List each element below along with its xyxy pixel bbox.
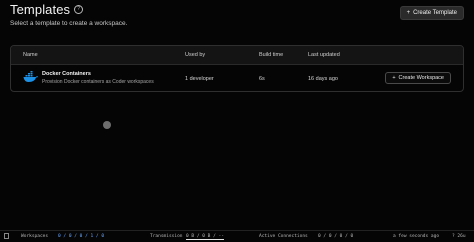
- last-updated-value: 16 days ago: [308, 76, 338, 82]
- title-row: Templates ?: [10, 2, 464, 17]
- template-name[interactable]: Docker Containers: [42, 71, 91, 77]
- templates-table: Name Used by Build time Last updated Doc…: [10, 45, 464, 92]
- build-time-value: 6s: [259, 76, 265, 82]
- active-connections-label: Active Connections: [259, 234, 308, 239]
- connection-counts: 0 / 0 / 0 / 0: [318, 234, 354, 239]
- last-update-time: a few seconds ago: [393, 234, 440, 239]
- plus-icon: +: [406, 10, 411, 16]
- used-by-value: 1 developer: [185, 76, 214, 82]
- column-header-name[interactable]: Name: [23, 52, 38, 58]
- terminal-icon: [4, 233, 9, 239]
- template-description: Provision Docker containers as Coder wor…: [42, 79, 154, 85]
- status-tail: ? 26u: [452, 234, 466, 239]
- page-header: Templates ? Select a template to create …: [10, 2, 464, 42]
- help-icon[interactable]: ?: [74, 5, 84, 14]
- create-workspace-button[interactable]: + Create Workspace: [385, 72, 451, 84]
- status-bar: Workspaces 0 / 0 / 0 / 1 / 0 Transmissio…: [0, 230, 474, 242]
- transmission-values: 0 B / 0 B / --: [186, 234, 224, 240]
- table-row[interactable]: Docker Containers Provision Docker conta…: [11, 65, 463, 91]
- transmission-label: Transmission: [150, 234, 183, 239]
- mouse-cursor-indicator: [103, 121, 111, 129]
- docker-icon: [23, 71, 38, 82]
- table-header: Name Used by Build time Last updated: [11, 46, 463, 65]
- workspaces-label[interactable]: Workspaces: [21, 234, 48, 239]
- column-header-used-by[interactable]: Used by: [185, 52, 205, 58]
- create-template-label: Create Template: [413, 10, 457, 16]
- workspace-counts: 0 / 0 / 0 / 1 / 0: [58, 234, 105, 239]
- plus-icon: +: [392, 75, 396, 81]
- page-title: Templates: [10, 2, 71, 17]
- create-workspace-label: Create Workspace: [398, 75, 444, 81]
- templates-page: Templates ? Select a template to create …: [0, 0, 474, 242]
- column-header-build-time[interactable]: Build time: [259, 52, 283, 58]
- create-template-button[interactable]: + Create Template: [399, 6, 464, 20]
- page-subtitle: Select a template to create a workspace.: [10, 20, 128, 27]
- column-header-last-updated[interactable]: Last updated: [308, 52, 340, 58]
